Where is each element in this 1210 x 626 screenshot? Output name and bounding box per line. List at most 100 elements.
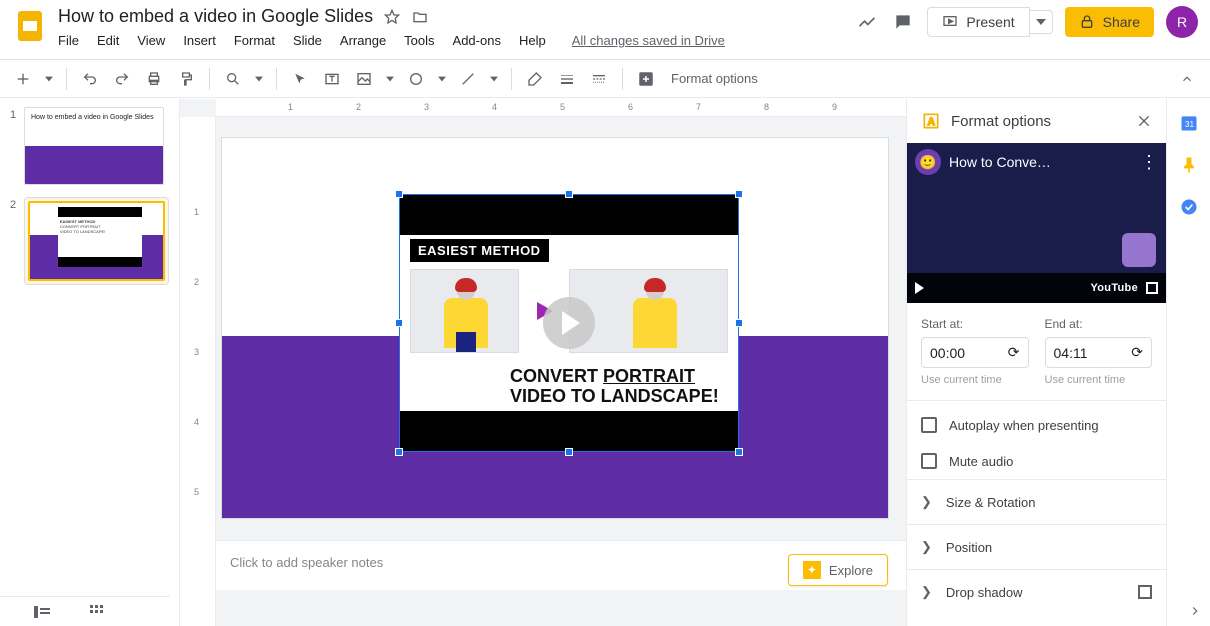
line-tool[interactable] <box>455 66 481 92</box>
insert-comment-button[interactable] <box>633 66 659 92</box>
image-dropdown[interactable] <box>383 66 397 92</box>
move-folder-icon[interactable] <box>411 8 429 26</box>
resize-handle[interactable] <box>735 448 743 456</box>
fullscreen-icon[interactable] <box>1146 282 1158 294</box>
border-dash-button[interactable] <box>586 66 612 92</box>
slides-logo[interactable] <box>12 8 48 44</box>
size-rotation-section[interactable]: ❯ Size & Rotation <box>907 479 1166 524</box>
calendar-icon[interactable]: 31 <box>1179 113 1199 133</box>
expand-rail-icon[interactable] <box>1188 604 1202 618</box>
save-status[interactable]: All changes saved in Drive <box>572 33 725 48</box>
border-weight-button[interactable] <box>554 66 580 92</box>
horizontal-ruler: 1 2 3 4 5 6 7 8 9 <box>216 99 906 117</box>
filmstrip-view-icon[interactable] <box>34 606 50 618</box>
menu-tools[interactable]: Tools <box>404 33 434 48</box>
explore-button[interactable]: ✦Explore <box>788 554 888 586</box>
tasks-icon[interactable] <box>1179 197 1199 217</box>
resize-handle[interactable] <box>735 319 743 327</box>
paint-format-button[interactable] <box>173 66 199 92</box>
checkbox-icon[interactable] <box>1138 585 1152 599</box>
slide-number-1: 1 <box>10 107 18 185</box>
present-dropdown[interactable] <box>1030 10 1053 34</box>
menu-file[interactable]: File <box>58 33 79 48</box>
toolbar: Format options <box>0 60 1210 98</box>
addon-rail: 31 <box>1166 99 1210 626</box>
chevron-right-icon: ❯ <box>921 494 932 510</box>
close-sidebar-icon[interactable] <box>1136 113 1152 129</box>
format-options-button[interactable]: Format options <box>671 71 758 86</box>
slide-thumbnail-1[interactable]: How to embed a video in Google Slides <box>24 107 164 185</box>
resize-handle[interactable] <box>735 190 743 198</box>
slide-thumbnail-2[interactable]: EASIEST METHODCONVERT PORTRAITVIDEO TO L… <box>28 201 165 281</box>
document-title[interactable]: How to embed a video in Google Slides <box>58 6 373 27</box>
line-dropdown[interactable] <box>487 66 501 92</box>
zoom-button[interactable] <box>220 66 246 92</box>
slide-canvas[interactable]: EASIEST METHOD CONVERT PORTRAITVIDEO TO … <box>221 137 889 519</box>
chevron-right-icon: ❯ <box>921 584 932 600</box>
new-slide-dropdown[interactable] <box>42 66 56 92</box>
redo-button[interactable] <box>109 66 135 92</box>
use-current-end[interactable]: Use current time <box>1045 374 1153 386</box>
menu-help[interactable]: Help <box>519 33 546 48</box>
mute-checkbox-row[interactable]: Mute audio <box>907 443 1166 479</box>
video-object-selected[interactable]: EASIEST METHOD CONVERT PORTRAITVIDEO TO … <box>399 194 739 452</box>
play-button-icon[interactable] <box>543 297 595 349</box>
autoplay-checkbox-row[interactable]: Autoplay when presenting <box>907 407 1166 443</box>
star-icon[interactable] <box>383 8 401 26</box>
keep-icon[interactable] <box>1179 155 1199 175</box>
shape-tool[interactable] <box>403 66 429 92</box>
video-preview[interactable]: 🙂 How to Conve… ⋮ YouTube <box>907 143 1166 303</box>
start-at-input[interactable]: 00:00 ⟳ <box>921 337 1029 368</box>
position-section[interactable]: ❯ Position <box>907 524 1166 569</box>
format-options-sidebar: A Format options 🙂 How to Conve… ⋮ YouTu… <box>906 99 1166 626</box>
share-button[interactable]: Share <box>1065 7 1154 37</box>
format-options-icon: A <box>921 111 941 131</box>
account-avatar[interactable]: R <box>1166 6 1198 38</box>
resize-handle[interactable] <box>395 190 403 198</box>
svg-text:A: A <box>928 117 935 128</box>
undo-button[interactable] <box>77 66 103 92</box>
video-banner-text: EASIEST METHOD <box>410 239 549 262</box>
menu-addons[interactable]: Add-ons <box>453 33 501 48</box>
checkbox-icon[interactable] <box>921 417 937 433</box>
youtube-logo[interactable]: YouTube <box>1090 282 1138 294</box>
channel-avatar: 🙂 <box>915 149 941 175</box>
refresh-icon[interactable]: ⟳ <box>1131 344 1143 361</box>
use-current-start[interactable]: Use current time <box>921 374 1029 386</box>
menu-slide[interactable]: Slide <box>293 33 322 48</box>
collapse-toolbar-icon[interactable] <box>1174 66 1200 92</box>
select-tool[interactable] <box>287 66 313 92</box>
border-color-button[interactable] <box>522 66 548 92</box>
resize-handle[interactable] <box>565 190 573 198</box>
image-tool[interactable] <box>351 66 377 92</box>
resize-handle[interactable] <box>565 448 573 456</box>
menu-format[interactable]: Format <box>234 33 275 48</box>
resize-handle[interactable] <box>395 319 403 327</box>
checkbox-icon[interactable] <box>921 453 937 469</box>
menu-arrange[interactable]: Arrange <box>340 33 386 48</box>
activity-icon[interactable] <box>855 10 879 34</box>
preview-play-icon[interactable] <box>915 282 924 294</box>
menu-edit[interactable]: Edit <box>97 33 119 48</box>
textbox-tool[interactable] <box>319 66 345 92</box>
video-preview-title: How to Conve… <box>949 154 1051 170</box>
video-convert-text: CONVERT PORTRAITVIDEO TO LANDSCAPE! <box>510 367 728 407</box>
vertical-ruler: 1 2 3 4 5 <box>180 117 216 626</box>
shape-dropdown[interactable] <box>435 66 449 92</box>
grid-view-icon[interactable] <box>90 605 104 619</box>
resize-handle[interactable] <box>395 448 403 456</box>
title-bar: How to embed a video in Google Slides Fi… <box>0 0 1210 60</box>
zoom-dropdown[interactable] <box>252 66 266 92</box>
refresh-icon[interactable]: ⟳ <box>1008 344 1020 361</box>
video-more-icon[interactable]: ⋮ <box>1140 152 1158 173</box>
slide-panel: 1 How to embed a video in Google Slides … <box>0 99 180 626</box>
comments-icon[interactable] <box>891 10 915 34</box>
menu-insert[interactable]: Insert <box>183 33 216 48</box>
start-at-label: Start at: <box>921 317 1029 331</box>
drop-shadow-section[interactable]: ❯ Drop shadow <box>907 569 1166 614</box>
menu-view[interactable]: View <box>137 33 165 48</box>
new-slide-button[interactable] <box>10 66 36 92</box>
present-button[interactable]: Present <box>927 7 1029 37</box>
print-button[interactable] <box>141 66 167 92</box>
end-at-input[interactable]: 04:11 ⟳ <box>1045 337 1153 368</box>
